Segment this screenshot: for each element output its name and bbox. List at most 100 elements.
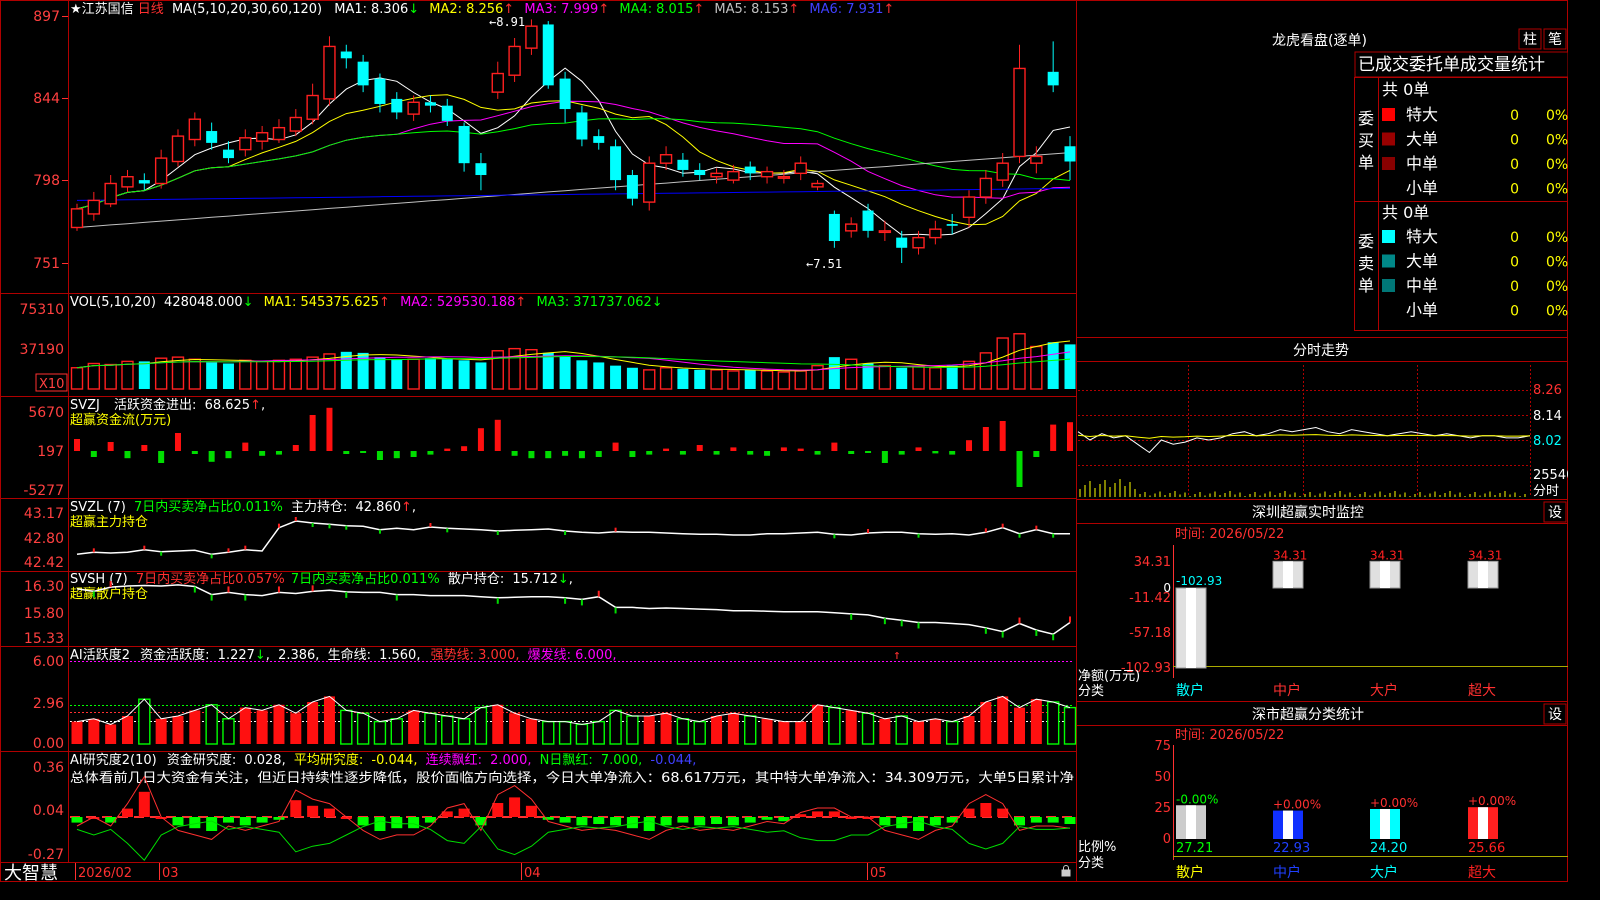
- ai-research-bar-6: [172, 817, 184, 826]
- svsh-ratio1: 7日内买卖净占比0.057%: [136, 571, 285, 587]
- vol-bar-35: [659, 367, 673, 390]
- ai-research-bar-32: [610, 817, 622, 826]
- candle-body-50: [912, 236, 925, 249]
- ai-active-bar-55: [997, 696, 1009, 744]
- monitor-time: 时间: 2026/05/22: [1175, 527, 1284, 542]
- vol-ma3-label: MA3:: [536, 295, 569, 310]
- axis-svsh-16.30: 16.30: [24, 579, 64, 595]
- vol-ma1-arrow: ↑: [379, 295, 390, 310]
- svzj-bar-53: [966, 440, 973, 451]
- ai2-l4: N日飘红:: [540, 752, 593, 768]
- ai-research-bar-20: [408, 817, 420, 829]
- vol-bar-1: [87, 362, 101, 390]
- candle-body-27: [525, 25, 538, 49]
- classify-bottom-label-3: 25.66: [1468, 841, 1505, 856]
- ai-active-bar-34: [643, 716, 655, 744]
- ai-research-bar-14: [307, 805, 319, 817]
- ai-research-bar-40: [744, 817, 756, 823]
- svzj-bar-49: [898, 451, 905, 455]
- classify-axis-25: 25: [1154, 801, 1171, 816]
- ai-active-bar-4: [138, 698, 151, 745]
- ai-active-bar-53: [963, 716, 975, 744]
- svzj-bar-14: [309, 415, 316, 451]
- candle-body-56: [1013, 67, 1026, 158]
- sell-swatch-0: [1382, 230, 1395, 243]
- svzj-bar-22: [444, 448, 451, 451]
- classify-time: 时间: 2026/05/22: [1175, 728, 1284, 743]
- vol-bar-41: [760, 370, 774, 390]
- vol-bar-54: [979, 352, 993, 390]
- ai-research-bar-25: [492, 803, 504, 817]
- candle-body-49: [896, 237, 908, 248]
- axis-ai1-2.96: 2.96: [33, 696, 64, 712]
- ai-active-bar-9: [222, 718, 235, 745]
- fenshi-axis-vol: 25540: [1533, 468, 1568, 483]
- svg-text:单: 单: [1358, 153, 1374, 172]
- vol-bar-32: [610, 365, 622, 389]
- ai-active-bar-52: [945, 720, 959, 745]
- buy-total: 共 0单: [1382, 80, 1429, 99]
- candle-body-23: [458, 125, 470, 164]
- vol-bar-21: [424, 358, 436, 389]
- candle-body-20: [407, 101, 420, 115]
- candle-body-25: [491, 72, 504, 93]
- ai-active-bar-27: [525, 718, 537, 744]
- candle-body-30: [576, 112, 588, 140]
- svzj-active-label: 活跃资金进出:: [114, 397, 196, 413]
- ai-active-bar-24: [474, 706, 488, 745]
- svzj-bar-4: [141, 445, 148, 451]
- monitor-bar-core-2: [1380, 561, 1390, 588]
- vol-bar-12: [272, 359, 286, 390]
- vol-bar-24: [475, 362, 487, 389]
- ai1-l3: 生命线:: [328, 647, 371, 663]
- svzj-bar-48: [881, 451, 888, 463]
- ai-research-bar-8: [206, 817, 218, 831]
- svzj-bar-7: [191, 451, 198, 454]
- vol-bar-25: [491, 350, 504, 390]
- vol-bar-57: [1030, 345, 1043, 390]
- vol-bar-7: [188, 358, 202, 390]
- svzj-bar-23: [461, 446, 468, 451]
- svzj-bar-55: [999, 421, 1006, 451]
- ai-active-bar-31: [592, 720, 605, 745]
- ai-active-bar-17: [356, 712, 370, 745]
- candle-body-46: [845, 223, 858, 232]
- candle-body-26: [508, 45, 521, 76]
- classify-bar-core-3: [1478, 807, 1488, 839]
- svg-text:买: 买: [1358, 131, 1374, 150]
- ai-research-bar-27: [525, 805, 537, 817]
- candle-body-24: [475, 163, 487, 176]
- vol-bar-27: [525, 348, 538, 390]
- vol-bar-9: [222, 363, 234, 389]
- vol-bar-43: [794, 370, 807, 390]
- ai-research-bar-37: [694, 817, 706, 826]
- ai-active-bar-8: [205, 704, 218, 745]
- classify-bottom-label-0: 27.21: [1176, 841, 1213, 856]
- vol-bar-28: [542, 352, 554, 389]
- ai2-l1: 资金研究度:: [167, 752, 236, 768]
- ai2-l2: 平均研究度:: [294, 752, 363, 768]
- classify-bar-core-1: [1283, 810, 1293, 839]
- axis-svzl-43.17: 43.17: [24, 506, 64, 522]
- monitor-cat-2: 大户: [1370, 682, 1398, 699]
- candle-body-45: [828, 213, 840, 242]
- monitor-xlabel: 分类: [1078, 684, 1104, 699]
- buy-name-0: 特大: [1406, 105, 1438, 124]
- monitor-bar-label-1: 34.31: [1273, 548, 1307, 562]
- svzl-ratio: 7日内买卖净占比0.011%: [134, 499, 283, 515]
- candle-body-15: [323, 45, 336, 100]
- classify-axis-50: 50: [1154, 770, 1171, 785]
- ai-research-bar-28: [542, 817, 554, 820]
- svsh-subtitle: 超赢散户持仓: [70, 586, 148, 602]
- ma4-arrow: ↑: [693, 2, 704, 17]
- axis-svsh-15.80: 15.80: [24, 606, 64, 622]
- candle-body-53: [962, 196, 976, 219]
- ai-active-bar-51: [929, 718, 941, 744]
- svzj-bar-44: [814, 451, 821, 455]
- ma4-label: MA4:: [619, 2, 652, 17]
- candle-body-19: [391, 98, 403, 113]
- ma5-arrow: ↑: [788, 2, 799, 17]
- vol-bar-3: [121, 360, 134, 390]
- candle-body-40: [744, 166, 756, 174]
- ai-active-bar-11: [256, 710, 268, 744]
